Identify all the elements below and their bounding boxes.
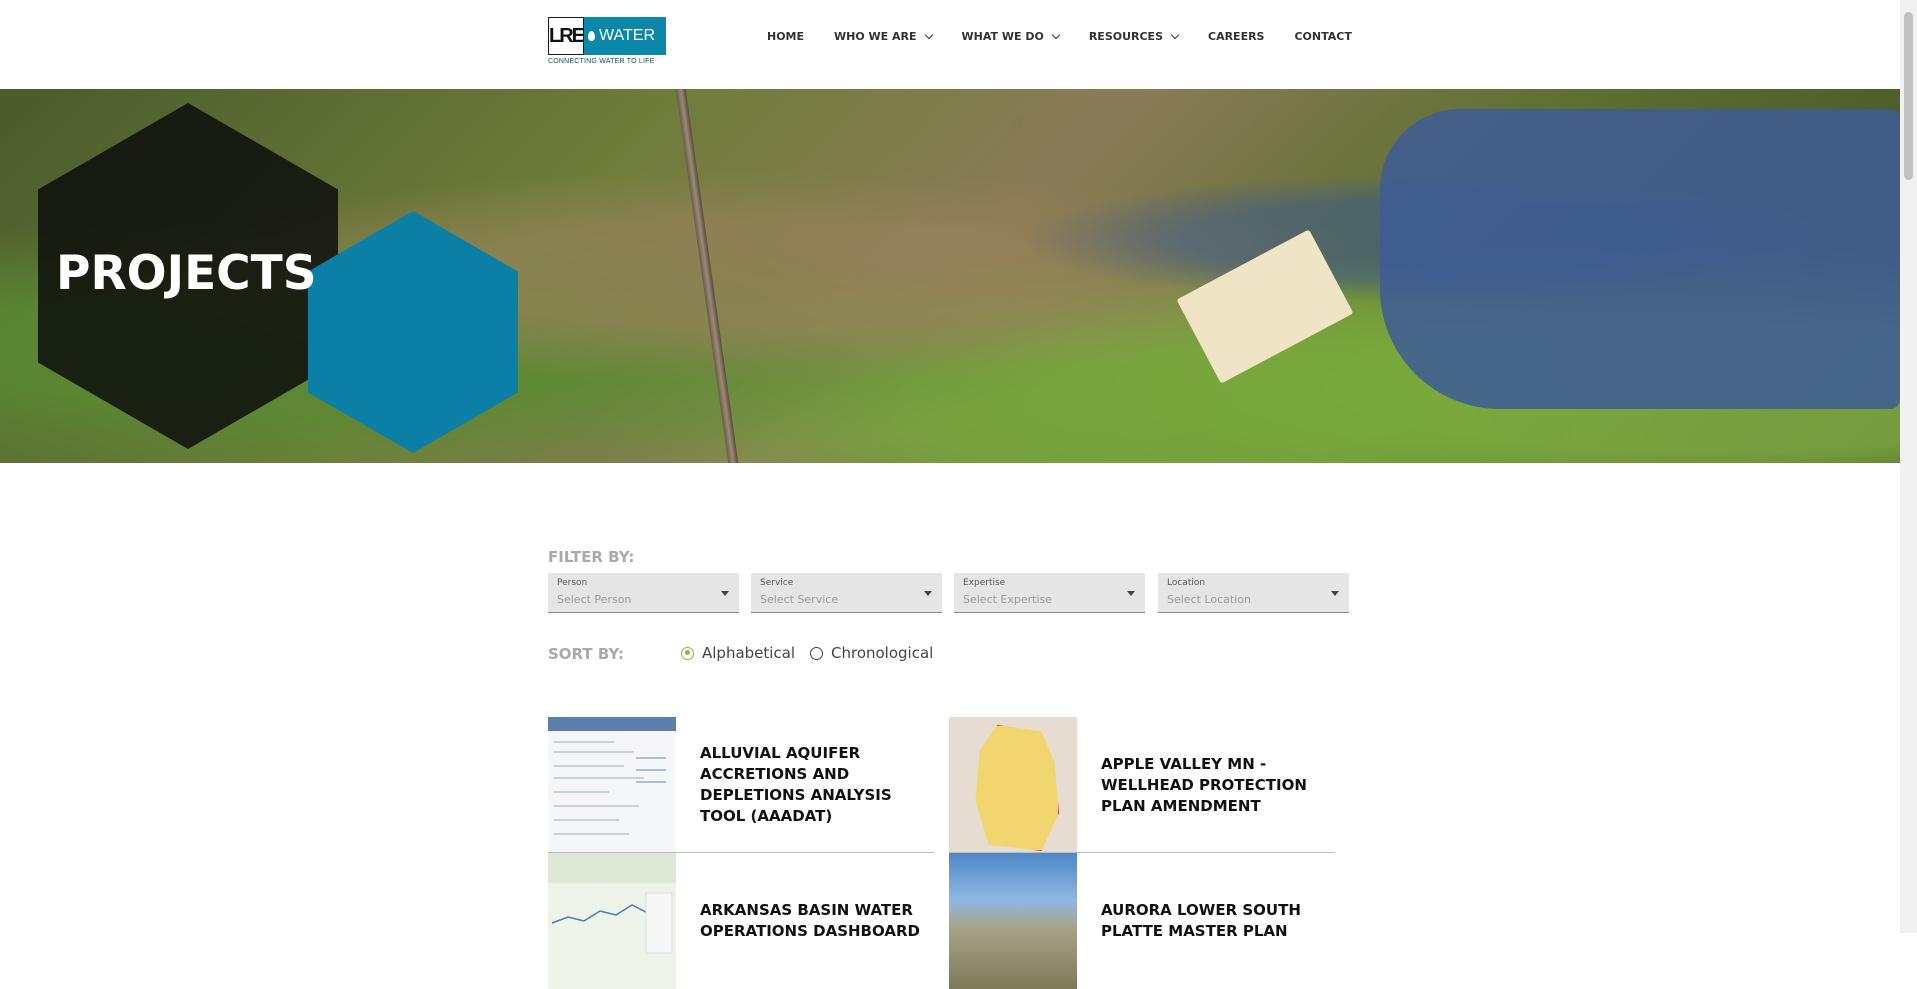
hero-photo-notepad (1176, 229, 1354, 384)
chevron-down-icon (924, 30, 933, 40)
nav-what-we-do[interactable]: WHAT WE DO (961, 30, 1061, 43)
dropdown-arrow-icon (721, 591, 729, 596)
sort-alphabetical-radio[interactable]: Alphabetical (681, 644, 795, 662)
project-card[interactable]: ARKANSAS BASIN WATER OPERATIONS DASHBOAR… (548, 853, 934, 989)
nav-careers[interactable]: CAREERS (1208, 30, 1264, 43)
chart-thumbnail-graphic (548, 853, 676, 954)
project-title: ARKANSAS BASIN WATER OPERATIONS DASHBOAR… (700, 901, 920, 940)
logo-lre: LRE (548, 17, 585, 55)
select-label: Person (557, 578, 588, 588)
nav-label: WHAT WE DO (961, 30, 1044, 43)
nav-label: CONTACT (1294, 30, 1352, 43)
logo-word: WATER (599, 27, 655, 44)
chevron-down-icon (1051, 30, 1061, 40)
sort-label: SORT BY: (548, 645, 625, 663)
nav-contact[interactable]: CONTACT (1294, 30, 1351, 43)
logo-tagline: CONNECTING WATER TO LIFE (548, 58, 655, 65)
select-placeholder: Select Expertise (963, 593, 1053, 606)
project-card[interactable]: AURORA LOWER SOUTH PLATTE MASTER PLAN (949, 853, 1335, 989)
page-title: PROJECTS (56, 246, 317, 301)
page-scrollbar[interactable] (1900, 0, 1917, 933)
nav-home[interactable]: HOME (767, 30, 804, 43)
nav-label: RESOURCES (1088, 30, 1163, 43)
dropdown-arrow-icon (1127, 591, 1135, 596)
dropdown-arrow-icon (924, 591, 932, 596)
project-title: ALLUVIAL AQUIFER ACCRETIONS AND DEPLETIO… (700, 744, 892, 825)
sort-chronological-radio[interactable]: Chronological (810, 644, 933, 662)
scrollbar-thumb[interactable] (1904, 12, 1913, 180)
project-card[interactable]: APPLE VALLEY MN - WELLHEAD PROTECTION PL… (949, 717, 1335, 853)
select-placeholder: Select Service (760, 593, 839, 606)
select-label: Expertise (963, 578, 1006, 588)
project-card[interactable]: ALLUVIAL AQUIFER ACCRETIONS AND DEPLETIO… (548, 717, 934, 853)
hero-photo-person (1380, 109, 1900, 409)
nav-label: CAREERS (1208, 30, 1265, 43)
project-thumbnail (548, 853, 676, 989)
select-placeholder: Select Location (1167, 593, 1251, 606)
filter-label: FILTER BY: (548, 548, 635, 566)
project-thumbnail (548, 717, 676, 853)
nav-label: WHO WE ARE (834, 30, 917, 43)
nav-label: HOME (767, 30, 805, 43)
site-logo[interactable]: LRE WATER CONNECTING WATER TO LIFE (548, 17, 666, 69)
radio-label: Chronological (831, 644, 934, 662)
person-select[interactable]: Person Select Person (548, 573, 739, 613)
chevron-down-icon (1170, 30, 1180, 40)
logo-water: WATER (584, 17, 666, 55)
nav-resources[interactable]: RESOURCES (1088, 30, 1180, 43)
select-label: Service (760, 578, 794, 588)
expertise-select[interactable]: Expertise Select Expertise (954, 573, 1145, 613)
select-placeholder: Select Person (557, 593, 632, 606)
project-title: AURORA LOWER SOUTH PLATTE MASTER PLAN (1101, 901, 1301, 940)
select-label: Location (1167, 578, 1206, 588)
dropdown-arrow-icon (1331, 591, 1339, 596)
nav-who-we-are[interactable]: WHO WE ARE (834, 30, 933, 43)
hero-photo-stake (675, 89, 739, 463)
location-select[interactable]: Location Select Location (1158, 573, 1349, 613)
site-header: LRE WATER CONNECTING WATER TO LIFE HOME … (0, 0, 1900, 89)
radio-checked-icon (681, 646, 694, 660)
radio-label: Alphabetical (702, 644, 796, 662)
service-select[interactable]: Service Select Service (751, 573, 942, 613)
project-thumbnail (949, 853, 1077, 989)
project-title: APPLE VALLEY MN - WELLHEAD PROTECTION PL… (1101, 754, 1307, 815)
project-thumbnail (949, 717, 1077, 853)
main-nav: HOME WHO WE ARE WHAT WE DO RESOURCES CAR… (767, 30, 1382, 43)
water-drop-icon (588, 31, 595, 41)
radio-unchecked-icon (810, 646, 823, 660)
